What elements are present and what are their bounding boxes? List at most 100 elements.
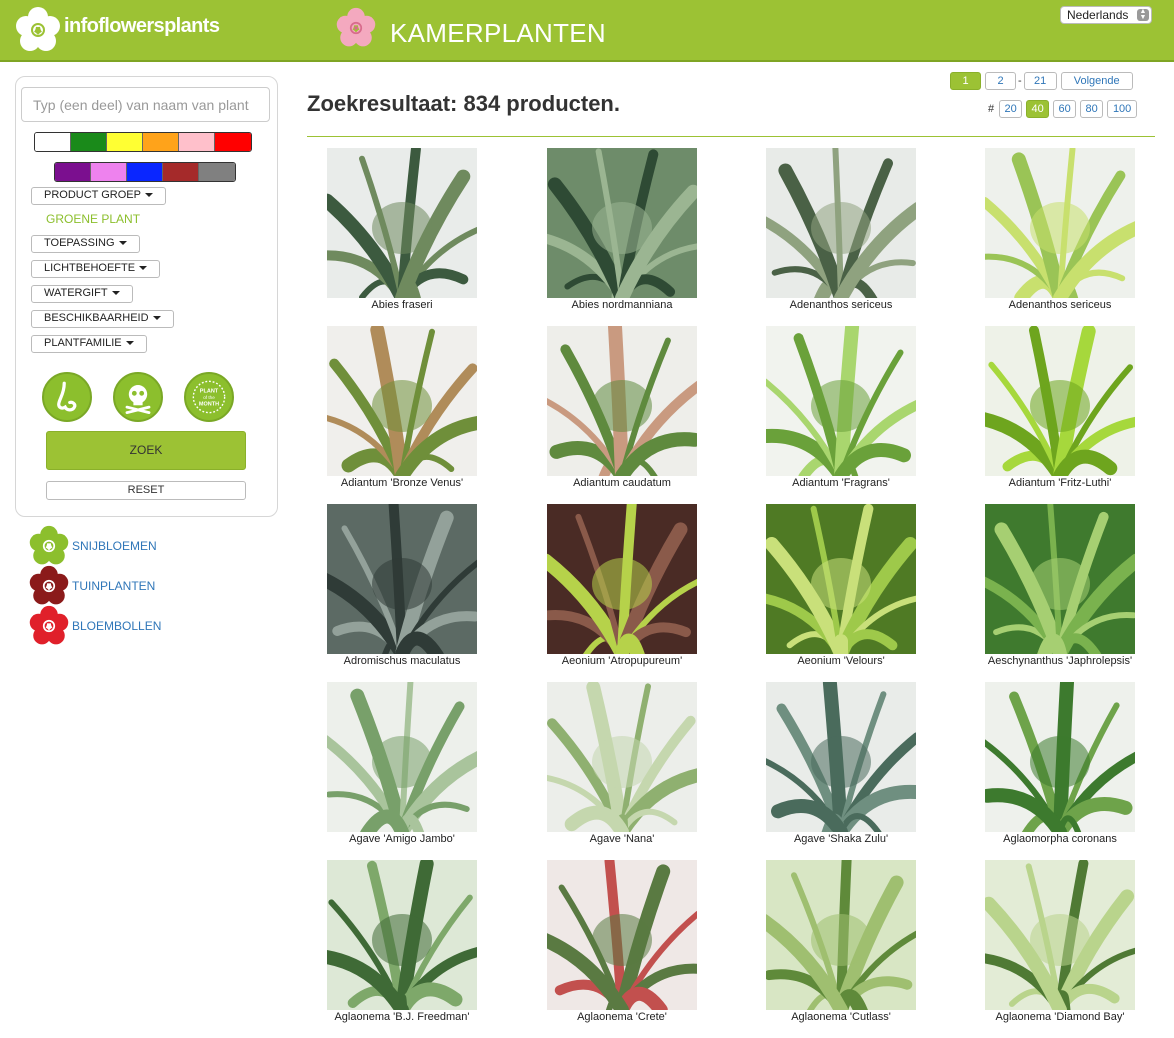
toxic-filter-button[interactable] bbox=[113, 372, 163, 422]
caret-down-icon bbox=[118, 241, 127, 246]
product-name[interactable]: Aglaonema 'B.J. Freedman' bbox=[287, 1010, 517, 1025]
product-name[interactable]: Agave 'Shaka Zulu' bbox=[726, 832, 956, 847]
product-card[interactable]: Aeonium 'Atropupureum' bbox=[547, 504, 697, 667]
product-groep-dropdown[interactable]: PRODUCT GROEP bbox=[31, 187, 166, 205]
product-name[interactable]: Adiantum caudatum bbox=[507, 476, 737, 491]
product-name[interactable]: Adenanthos sericeus bbox=[726, 298, 956, 313]
color-swatch[interactable] bbox=[107, 133, 143, 151]
category-link-bloembollen[interactable]: BLOEMBOLLEN bbox=[28, 605, 161, 647]
plant-name-search-input[interactable] bbox=[21, 87, 270, 122]
product-name[interactable]: Aeonium 'Velours' bbox=[726, 654, 956, 669]
product-image[interactable] bbox=[985, 860, 1135, 1010]
page-2-button[interactable]: 2 bbox=[985, 72, 1016, 90]
product-card[interactable]: Aglaonema 'B.J. Freedman' bbox=[327, 860, 477, 1023]
product-card[interactable]: Adiantum caudatum bbox=[547, 326, 697, 489]
per-page-100[interactable]: 100 bbox=[1107, 100, 1138, 118]
product-card[interactable]: Aglaomorpha coronans bbox=[985, 682, 1135, 845]
product-card[interactable]: Aeonium 'Velours' bbox=[766, 504, 916, 667]
product-image[interactable] bbox=[547, 326, 697, 476]
site-logo[interactable]: infoflowersplants bbox=[14, 6, 220, 54]
product-image[interactable] bbox=[547, 860, 697, 1010]
color-swatch[interactable] bbox=[199, 163, 235, 181]
color-swatch[interactable] bbox=[55, 163, 91, 181]
page-21-button[interactable]: 21 bbox=[1023, 72, 1057, 90]
product-image[interactable] bbox=[766, 148, 916, 298]
toepassing-dropdown[interactable]: TOEPASSING bbox=[31, 235, 140, 253]
product-card[interactable]: Aeschynanthus 'Japhrolepsis' bbox=[985, 504, 1135, 667]
product-name[interactable]: Adiantum 'Fritz-Luthi' bbox=[945, 476, 1174, 491]
product-card[interactable]: Aglaonema 'Cutlass' bbox=[766, 860, 916, 1023]
per-page-60[interactable]: 60 bbox=[1053, 100, 1077, 118]
product-image[interactable] bbox=[327, 682, 477, 832]
product-name[interactable]: Adenanthos sericeus bbox=[945, 298, 1174, 313]
product-image[interactable] bbox=[327, 504, 477, 654]
product-card[interactable]: Aglaonema 'Crete' bbox=[547, 860, 697, 1023]
plant-of-the-month-button[interactable]: PLANT of the MONTH bbox=[184, 372, 234, 422]
product-image[interactable] bbox=[985, 682, 1135, 832]
reset-button[interactable]: RESET bbox=[46, 481, 246, 500]
product-card[interactable]: Abies nordmanniana bbox=[547, 148, 697, 311]
product-name[interactable]: Agave 'Amigo Jambo' bbox=[287, 832, 517, 847]
next-page-button[interactable]: Volgende bbox=[1060, 72, 1133, 90]
product-image[interactable] bbox=[547, 504, 697, 654]
product-name[interactable]: Aglaonema 'Crete' bbox=[507, 1010, 737, 1025]
color-swatch[interactable] bbox=[179, 133, 215, 151]
product-card[interactable]: Agave 'Nana' bbox=[547, 682, 697, 845]
per-page-80[interactable]: 80 bbox=[1080, 100, 1104, 118]
lichtbehoefte-dropdown[interactable]: LICHTBEHOEFTE bbox=[31, 260, 161, 278]
product-image[interactable] bbox=[766, 504, 916, 654]
product-name[interactable]: Adiantum 'Fragrans' bbox=[726, 476, 956, 491]
product-name[interactable]: Aeschynanthus 'Japhrolepsis' bbox=[945, 654, 1174, 669]
product-card[interactable]: Adiantum 'Fritz-Luthi' bbox=[985, 326, 1135, 489]
color-swatches-row-2 bbox=[54, 162, 236, 182]
product-card[interactable]: Aglaonema 'Diamond Bay' bbox=[985, 860, 1135, 1023]
product-image[interactable] bbox=[766, 682, 916, 832]
product-image[interactable] bbox=[547, 682, 697, 832]
color-swatch[interactable] bbox=[163, 163, 199, 181]
product-image[interactable] bbox=[985, 148, 1135, 298]
per-page-40[interactable]: 40 bbox=[1026, 100, 1050, 118]
product-card[interactable]: Adiantum 'Bronze Venus' bbox=[327, 326, 477, 489]
product-card[interactable]: Adenanthos sericeus bbox=[766, 148, 916, 311]
product-name[interactable]: Aglaomorpha coronans bbox=[945, 832, 1174, 847]
category-link-tuinplanten[interactable]: TUINPLANTEN bbox=[28, 565, 155, 607]
product-name[interactable]: Agave 'Nana' bbox=[507, 832, 737, 847]
beschikbaarheid-dropdown[interactable]: BESCHIKBAARHEID bbox=[31, 310, 174, 328]
product-image[interactable] bbox=[327, 860, 477, 1010]
color-swatch[interactable] bbox=[127, 163, 163, 181]
category-link-snijbloemen[interactable]: SNIJBLOEMEN bbox=[28, 525, 157, 567]
color-swatch[interactable] bbox=[215, 133, 251, 151]
product-name[interactable]: Adromischus maculatus bbox=[287, 654, 517, 669]
product-card[interactable]: Agave 'Shaka Zulu' bbox=[766, 682, 916, 845]
selected-product-groep[interactable]: GROENE PLANT bbox=[46, 212, 140, 226]
product-name[interactable]: Adiantum 'Bronze Venus' bbox=[287, 476, 517, 491]
product-card[interactable]: Adiantum 'Fragrans' bbox=[766, 326, 916, 489]
product-name[interactable]: Aglaonema 'Cutlass' bbox=[726, 1010, 956, 1025]
search-button[interactable]: ZOEK bbox=[46, 431, 246, 470]
language-select[interactable]: Nederlands ▲ ▼ bbox=[1060, 6, 1152, 24]
color-swatch[interactable] bbox=[35, 133, 71, 151]
color-swatch[interactable] bbox=[71, 133, 107, 151]
page-1-button[interactable]: 1 bbox=[950, 72, 981, 90]
product-card[interactable]: Abies fraseri bbox=[327, 148, 477, 311]
product-image[interactable] bbox=[766, 326, 916, 476]
per-page-20[interactable]: 20 bbox=[999, 100, 1023, 118]
product-image[interactable] bbox=[766, 860, 916, 1010]
product-image[interactable] bbox=[985, 504, 1135, 654]
product-card[interactable]: Adenanthos sericeus bbox=[985, 148, 1135, 311]
plantfamilie-dropdown[interactable]: PLANTFAMILIE bbox=[31, 335, 147, 353]
product-image[interactable] bbox=[327, 148, 477, 298]
product-name[interactable]: Aeonium 'Atropupureum' bbox=[507, 654, 737, 669]
product-image[interactable] bbox=[547, 148, 697, 298]
product-name[interactable]: Abies nordmanniana bbox=[507, 298, 737, 313]
product-card[interactable]: Adromischus maculatus bbox=[327, 504, 477, 667]
product-image[interactable] bbox=[327, 326, 477, 476]
fragrance-filter-button[interactable] bbox=[42, 372, 92, 422]
color-swatch[interactable] bbox=[91, 163, 127, 181]
product-name[interactable]: Abies fraseri bbox=[287, 298, 517, 313]
watergift-dropdown[interactable]: WATERGIFT bbox=[31, 285, 133, 303]
product-name[interactable]: Aglaonema 'Diamond Bay' bbox=[945, 1010, 1174, 1025]
product-image[interactable] bbox=[985, 326, 1135, 476]
product-card[interactable]: Agave 'Amigo Jambo' bbox=[327, 682, 477, 845]
color-swatch[interactable] bbox=[143, 133, 179, 151]
